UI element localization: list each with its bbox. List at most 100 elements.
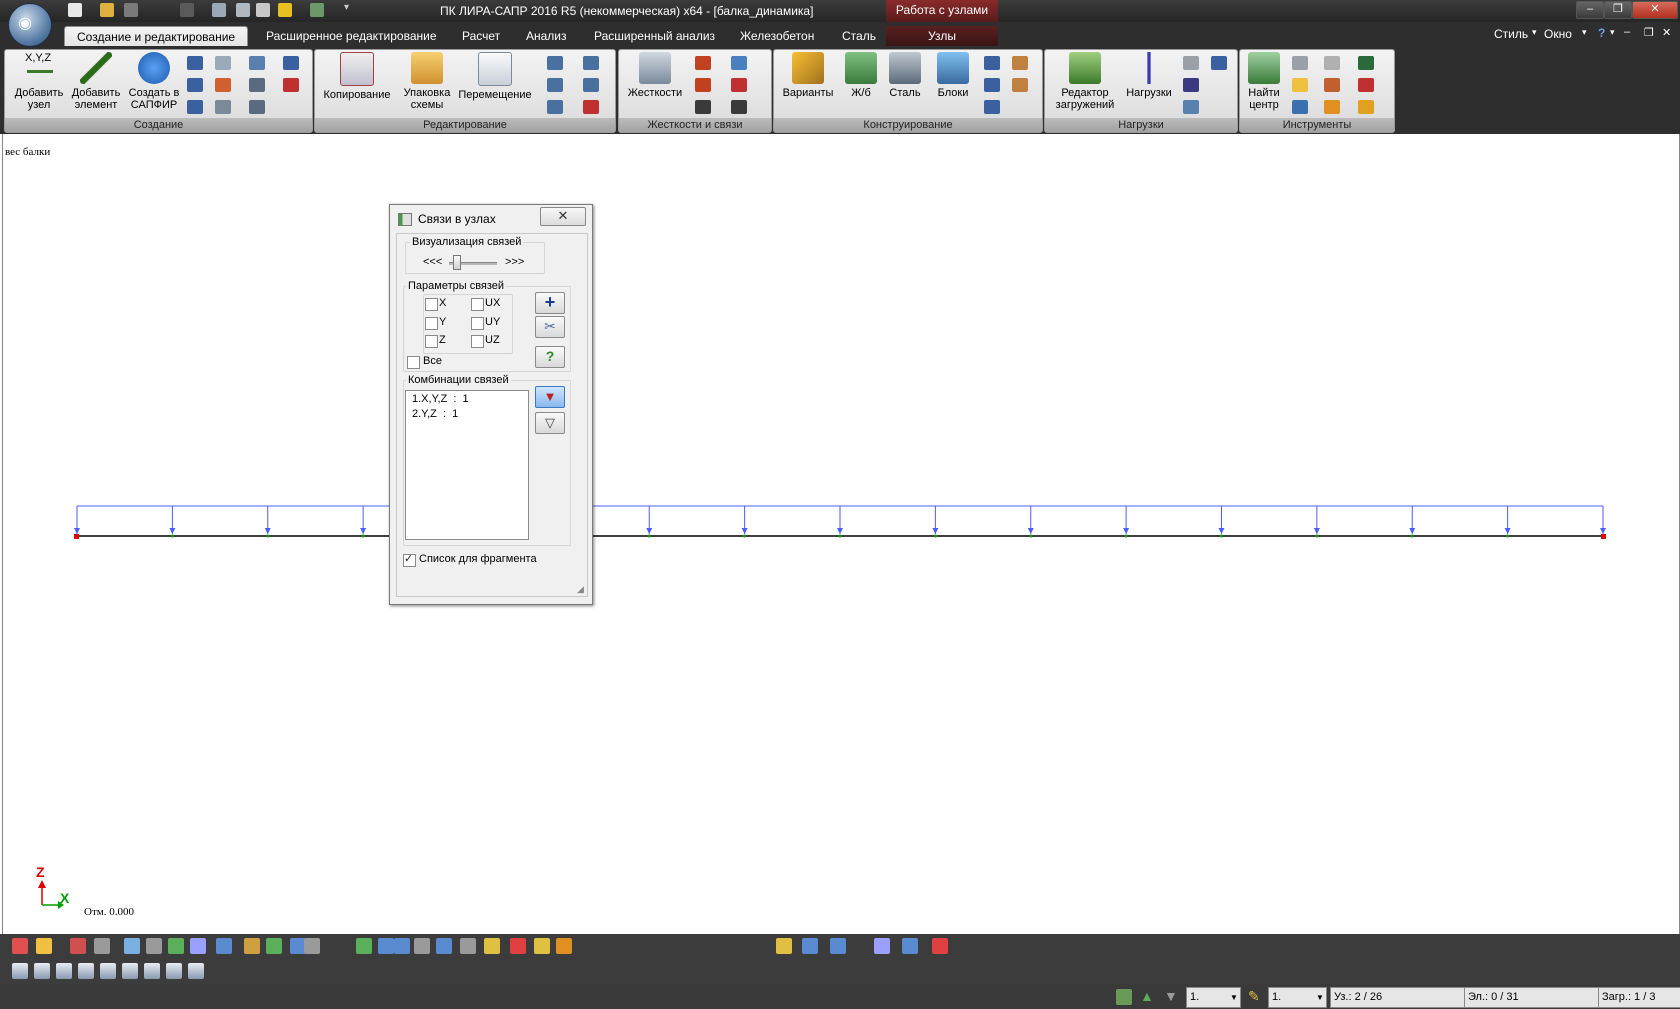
load-arrow-head — [1504, 528, 1511, 534]
table-view-icon[interactable] — [414, 938, 430, 954]
stiff-view-icon[interactable] — [356, 938, 372, 954]
search-icon[interactable] — [460, 938, 476, 954]
supports-view-icon[interactable] — [378, 938, 394, 954]
rotate-view-icon[interactable] — [168, 938, 184, 954]
z-checkbox[interactable] — [425, 335, 438, 348]
projection-xz-icon[interactable] — [776, 938, 792, 954]
pan-icon[interactable] — [36, 938, 52, 954]
load-arrow-head — [1027, 528, 1034, 534]
visualization-slider-thumb[interactable] — [453, 255, 461, 270]
load-arrow-head — [169, 528, 176, 534]
view-bottom-icon[interactable] — [122, 963, 138, 979]
fragment-list-checkbox[interactable] — [403, 552, 416, 567]
help-button[interactable]: ? — [535, 346, 565, 368]
mark-nodes-icon[interactable] — [266, 938, 282, 954]
uz-checkbox[interactable] — [471, 335, 484, 348]
dialog-close-button[interactable]: ✕ — [540, 207, 586, 226]
help-icon: ? — [545, 348, 555, 364]
pencil-icon[interactable]: ✎ — [1248, 989, 1264, 1005]
beam-model — [38, 505, 1606, 909]
combo-list-item[interactable]: 1.X,Y,Z : 1 — [412, 393, 469, 405]
elevation-label: Отм. 0.000 — [84, 906, 134, 918]
x-checkbox[interactable] — [425, 298, 438, 311]
uy-checkbox[interactable] — [471, 317, 484, 330]
marker-icon[interactable] — [556, 938, 572, 954]
dialog-body: Визуализация связей <<< >>> Параметры св… — [396, 233, 588, 597]
view-back-icon[interactable] — [34, 963, 50, 979]
view-top-icon[interactable] — [100, 963, 116, 979]
loads-counter: Загр.: 1 / 3 — [1598, 987, 1680, 1008]
filter-icon[interactable] — [216, 938, 232, 954]
all-checkbox[interactable] — [407, 356, 420, 369]
elements-counter-text: Эл.: 0 / 31 — [1468, 991, 1519, 1003]
beam-node — [743, 534, 747, 538]
fragment-icon[interactable] — [190, 938, 206, 954]
filter-button[interactable]: ▽ — [535, 412, 565, 434]
axes-icon[interactable] — [510, 938, 526, 954]
zoom-fit-icon[interactable] — [124, 938, 140, 954]
view-left-icon[interactable] — [56, 963, 72, 979]
axis-icon[interactable] — [932, 938, 948, 954]
y-checkbox-label: Y — [439, 316, 447, 328]
funnel-icon: ▽ — [545, 415, 555, 430]
visualization-slider[interactable] — [449, 254, 497, 270]
load-arrow-head — [1600, 528, 1606, 534]
load-down-icon[interactable]: ▼ — [1164, 989, 1180, 1005]
find-icon[interactable] — [304, 938, 320, 954]
funnel-red-icon: ▼ — [543, 389, 557, 404]
visualization-decrease[interactable]: <<< — [423, 256, 442, 268]
beam-node — [1506, 534, 1510, 538]
uy-checkbox-label: UY — [485, 316, 501, 328]
params-group-label: Параметры связей — [406, 280, 507, 292]
y-checkbox[interactable] — [425, 317, 438, 330]
support-left — [74, 534, 79, 539]
section-value: 1. — [1272, 991, 1282, 1003]
polygon-select-icon[interactable] — [12, 938, 28, 954]
grid-view-icon[interactable] — [394, 938, 410, 954]
combos-list[interactable]: 1.X,Y,Z : 1 2.Y,Z : 1 — [405, 390, 529, 540]
combo-list-item[interactable]: 2.Y,Z : 1 — [412, 408, 458, 420]
nodes-counter-text: Уз.: 2 / 26 — [1334, 991, 1383, 1003]
projection-toolbar — [0, 959, 1680, 984]
iso-icon[interactable] — [874, 938, 890, 954]
magnify-icon[interactable] — [436, 938, 452, 954]
projection-yz-icon[interactable] — [830, 938, 846, 954]
view-cube-icon[interactable] — [188, 963, 204, 979]
axis-x-label: X — [60, 890, 70, 906]
section-dropdown-icon: ▼ — [1316, 993, 1324, 1002]
remove-constraint-button[interactable]: ✂ — [535, 316, 565, 338]
scissors-icon: ✂ — [544, 318, 556, 334]
grid-select-icon[interactable] — [70, 938, 86, 954]
z-checkbox-label: Z — [439, 334, 446, 346]
load-arrow-head — [1218, 528, 1225, 534]
fragment-list-label: Список для фрагмента — [419, 553, 537, 565]
dialog-title: Связи в узлах — [418, 212, 496, 226]
zoom-out-icon[interactable] — [94, 938, 110, 954]
ruler-icon[interactable] — [534, 938, 550, 954]
load-case-value: 1. — [1190, 991, 1200, 1003]
rotate-icon[interactable] — [902, 938, 918, 954]
ux-checkbox[interactable] — [471, 298, 484, 311]
node-constraints-dialog: Связи в узлах ✕ Визуализация связей <<< … — [389, 204, 593, 605]
view-right-icon[interactable] — [78, 963, 94, 979]
axis-z-label: Z — [36, 864, 45, 880]
visualization-increase[interactable]: >>> — [505, 256, 524, 268]
brush-icon[interactable] — [484, 938, 500, 954]
view-front-icon[interactable] — [12, 963, 28, 979]
load-up-icon[interactable]: ▲ — [1140, 989, 1156, 1005]
resize-grip-icon[interactable]: ◢ — [577, 584, 584, 595]
status-nodes-icon[interactable] — [1116, 989, 1132, 1005]
section-select[interactable]: 1. ▼ — [1268, 987, 1327, 1008]
beam-node — [266, 534, 270, 538]
add-constraint-button[interactable]: + — [535, 292, 565, 314]
projection-xy-icon[interactable] — [802, 938, 818, 954]
application-menu-button[interactable]: ◉ — [8, 3, 52, 47]
zoom-in-icon[interactable] — [146, 938, 162, 954]
filter-active-button[interactable]: ▼ — [535, 386, 565, 408]
load-arrow-head — [837, 528, 843, 534]
pencil-view-icon[interactable] — [244, 938, 260, 954]
view-iso-icon[interactable] — [144, 963, 160, 979]
load-case-select[interactable]: 1. ▼ — [1186, 987, 1241, 1008]
view-3d-icon[interactable] — [166, 963, 182, 979]
dialog-title-bar[interactable]: Связи в узлах ✕ — [390, 205, 592, 231]
